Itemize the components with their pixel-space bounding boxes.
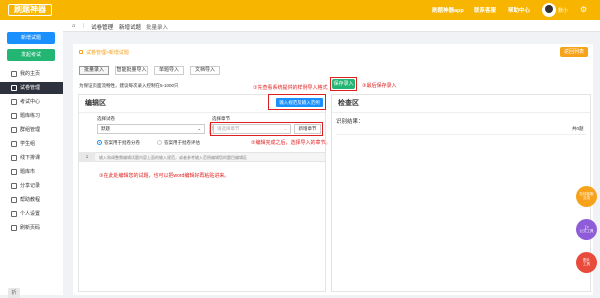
help-icon: [11, 197, 17, 203]
new-test-button[interactable]: 新增试题: [7, 32, 55, 44]
avatar[interactable]: [542, 3, 556, 17]
sidebar-item-label: 帮助教程: [20, 197, 41, 203]
float-label: ∑x 公式工具: [579, 225, 594, 233]
support-link[interactable]: 联系客服: [474, 6, 496, 14]
annotation-chapter: ②编辑完成之后，选择导入的章节。: [251, 140, 331, 146]
sidebar-item-label: 题库练习: [20, 113, 41, 119]
top-bar: 刷题神器 刷题神器app 联系客服 帮助中心 默小 ⚙: [0, 0, 600, 20]
new-chapter-button[interactable]: 新增章节: [294, 124, 321, 134]
sidebar-item-label: 群组管理: [20, 127, 41, 133]
store-icon: [11, 169, 17, 175]
username[interactable]: 默小: [558, 7, 568, 14]
calendar-icon: [11, 155, 17, 161]
checker-panel: 检查区: [331, 94, 591, 292]
question-count: 共0题: [572, 126, 584, 131]
sidebar-item-label: 试卷管理: [20, 85, 41, 91]
group-icon: [11, 127, 17, 133]
tab-document-import[interactable]: 文档导入: [190, 66, 220, 75]
editor-textarea[interactable]: 输入和调整需编辑试题内容上面的输入规范，或者参考输入范例编辑您的题目编辑区: [99, 155, 247, 161]
app-logo[interactable]: 刷题神器: [8, 4, 52, 16]
image-tool-button[interactable]: 图片 工具: [576, 252, 597, 273]
breadcrumb-separator: |: [112, 23, 114, 29]
float-label: 在线客服 交流: [579, 192, 594, 200]
answer-mode-label-1: 答案用于批卷分卷: [104, 140, 140, 145]
tab-batch-entry[interactable]: 批量录入: [79, 66, 109, 75]
collapse-sidebar-button[interactable]: 折: [8, 288, 20, 298]
float-label: 图片 工具: [583, 258, 590, 266]
home-icon: [11, 71, 17, 77]
sidebar-item-help[interactable]: 帮助教程: [0, 194, 63, 206]
tab-smart-import[interactable]: 智能批量导入: [115, 66, 148, 75]
gear-icon[interactable]: ⚙: [580, 5, 587, 14]
chevron-down-icon: ⌄: [197, 126, 201, 131]
sidebar-item-students[interactable]: 学生组: [0, 138, 63, 150]
sidebar-item-market[interactable]: 题库市: [0, 166, 63, 178]
annotation-save: ③最后保存录入: [362, 83, 397, 89]
sidebar-item-label: 考试中心: [20, 99, 41, 105]
app-download-link[interactable]: 刷题神器app: [432, 6, 464, 14]
monitor-icon: [11, 99, 17, 105]
sidebar-item-home[interactable]: 我的主页: [0, 68, 63, 80]
share-icon: [11, 183, 17, 189]
divider: [336, 134, 586, 135]
settings-icon: [11, 211, 17, 217]
sidebar-item-share[interactable]: 分享记录: [0, 180, 63, 192]
refresh-icon: [11, 225, 17, 231]
breadcrumb-separator: |: [139, 23, 141, 29]
sidebar-item-offline[interactable]: 线下排课: [0, 152, 63, 164]
save-entry-button[interactable]: 保存录入: [332, 79, 355, 89]
select-test-label: 选择试卷: [97, 116, 115, 121]
result-label: 识别结果：: [336, 119, 364, 125]
book-icon: [11, 113, 17, 119]
select-chapter-dropdown[interactable]: 请选择章节 ⌄: [213, 124, 291, 134]
help-link[interactable]: 帮助中心: [508, 6, 530, 14]
sidebar-item-groups[interactable]: 群组管理: [0, 124, 63, 136]
chevron-down-icon: ⌄: [283, 126, 287, 131]
sidebar-item-label: 学生组: [20, 141, 36, 147]
breadcrumb: ⌂ | 试卷管理 | 新增试题 | 批量录入: [63, 20, 600, 32]
select-chapter-placeholder: 请选择章节: [217, 126, 240, 131]
sidebar-item-label: 刷新页码: [20, 225, 41, 231]
breadcrumb-separator: |: [83, 23, 85, 29]
back-link[interactable]: 试卷管理>新增试题: [86, 49, 129, 56]
tab-single-import[interactable]: 单题导入: [154, 66, 184, 75]
template-button[interactable]: 输入规范及输入范例: [276, 98, 323, 107]
answer-mode-label-2: 答案用于批卷评估: [164, 140, 200, 145]
sidebar-item-label: 个人设置: [20, 211, 41, 217]
sidebar-item-label: 我的主页: [20, 71, 41, 77]
document-icon: [11, 85, 17, 91]
answer-mode-radio-2[interactable]: [157, 140, 162, 145]
sidebar-item-exam-center[interactable]: 考试中心: [0, 96, 63, 108]
user-icon: [11, 141, 17, 147]
sidebar-item-label: 线下排课: [20, 155, 41, 161]
back-icon[interactable]: [79, 50, 83, 54]
sidebar-item-practice[interactable]: 题库练习: [0, 110, 63, 122]
sidebar-item-label: 题库市: [20, 169, 36, 175]
sidebar-item-refresh[interactable]: 刷新页码: [0, 222, 63, 234]
sidebar-item-label: 分享记录: [20, 183, 41, 189]
formula-tool-button[interactable]: ∑x 公式工具: [576, 219, 597, 240]
support-float-button[interactable]: 在线客服 交流: [576, 186, 597, 207]
home-icon[interactable]: ⌂: [72, 23, 75, 29]
breadcrumb-new-test[interactable]: 新增试题: [119, 23, 141, 31]
answer-mode-radio-1[interactable]: [97, 140, 102, 145]
entry-hint: 为保证页面流畅性，建议每次录入控制在5-1000只: [79, 83, 179, 88]
breadcrumb-tests[interactable]: 试卷管理: [91, 23, 113, 31]
sidebar-item-tests[interactable]: 试卷管理: [0, 82, 63, 94]
line-number: 1: [79, 152, 95, 162]
new-exam-button[interactable]: 发起考试: [7, 49, 55, 61]
select-test-dropdown[interactable]: 默题 ⌄: [97, 124, 205, 134]
select-test-value: 默题: [101, 126, 110, 131]
annotation-template: ①先查看系统提供的样例导入格式: [253, 85, 328, 91]
breadcrumb-current: 批量录入: [146, 25, 169, 31]
return-list-button[interactable]: 返回列表: [560, 47, 588, 57]
checker-title: 检查区: [332, 95, 590, 113]
sidebar-item-settings[interactable]: 个人设置: [0, 208, 63, 220]
sidebar: 新增试题 发起考试 我的主页 试卷管理 考试中心 题库练习 群组管理 学生组 线…: [0, 20, 63, 298]
annotation-editor: ③在此处编辑您的试题，也可以把word编辑好再粘贴进来。: [99, 173, 230, 179]
